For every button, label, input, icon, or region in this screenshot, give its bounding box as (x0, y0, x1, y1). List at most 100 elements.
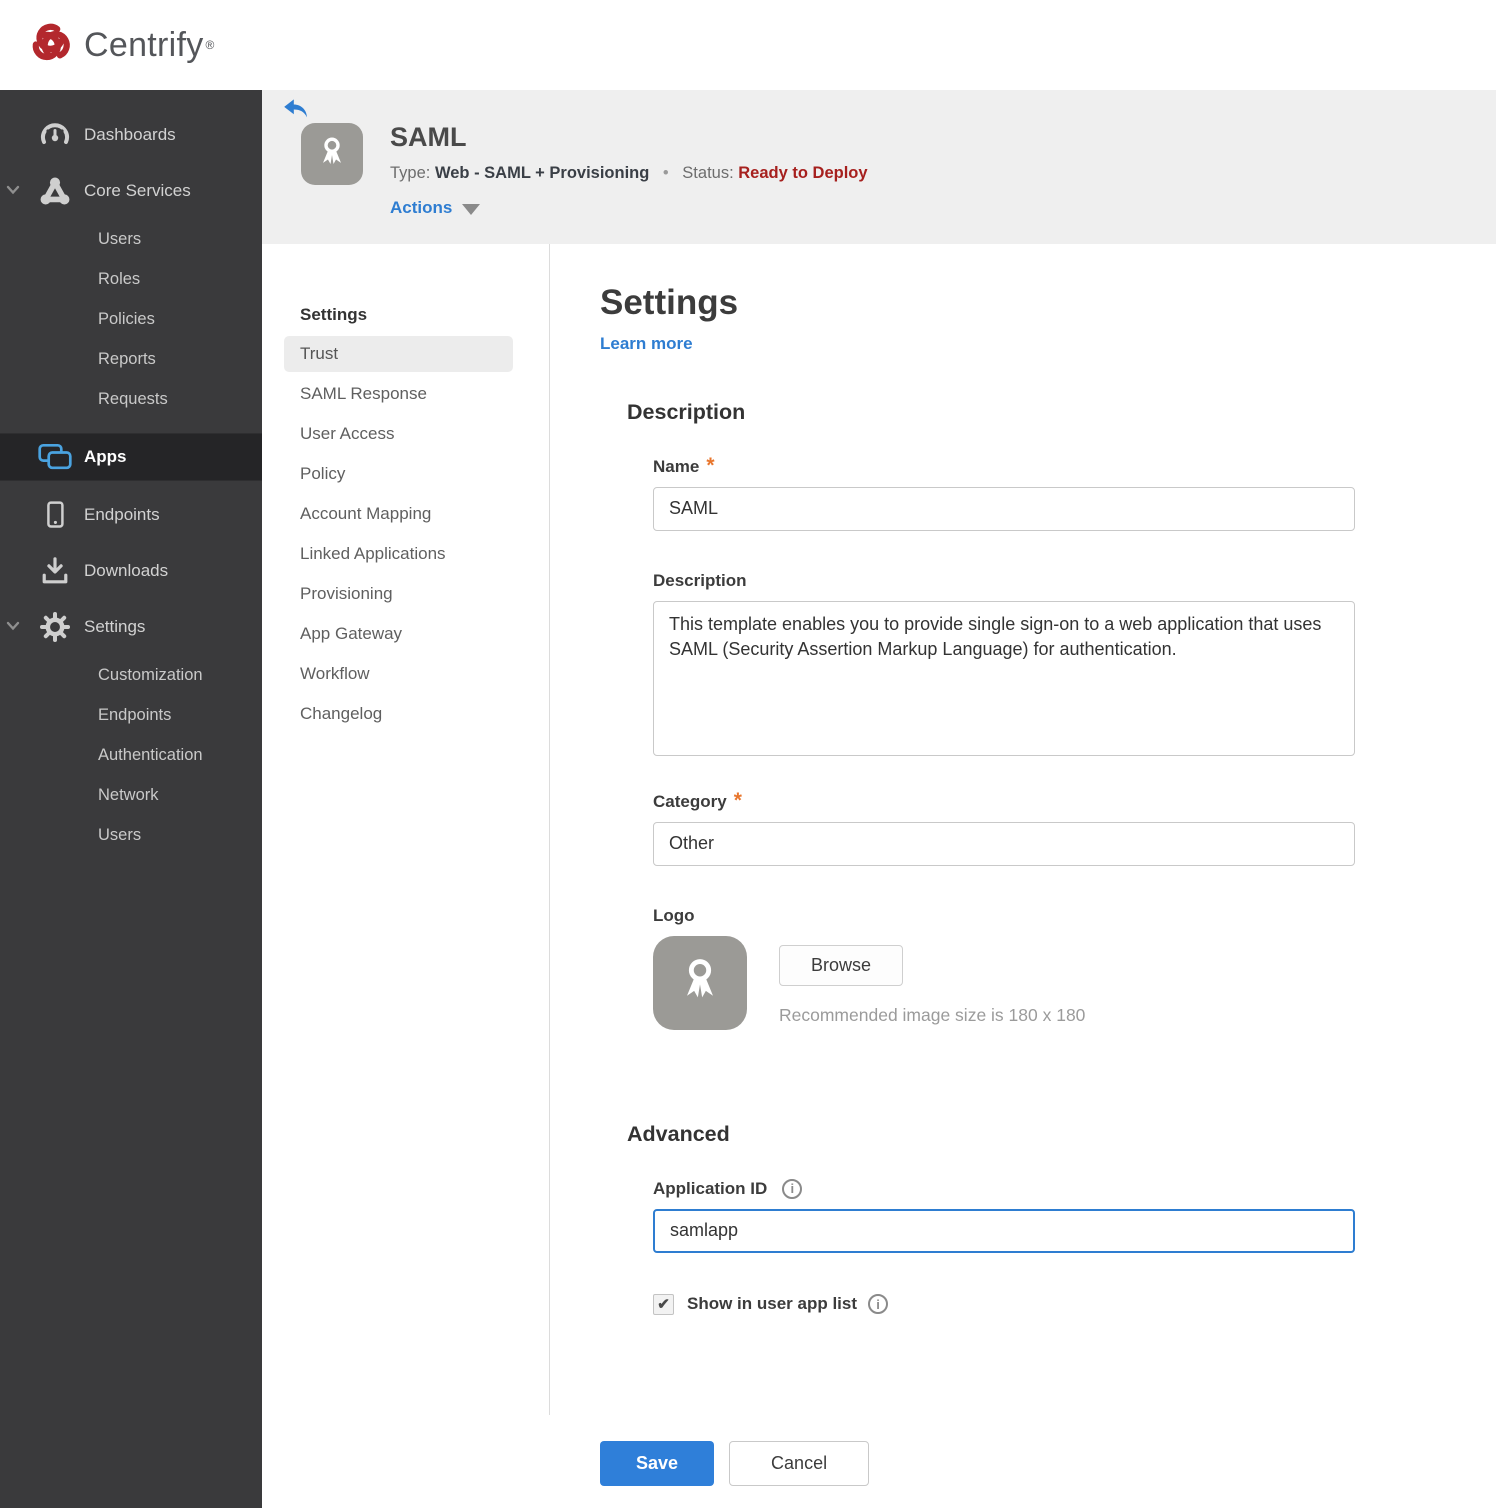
subnav-item-label: App Gateway (300, 624, 403, 643)
actions-dropdown[interactable]: Actions (390, 198, 868, 218)
subnav-item-changelog[interactable]: Changelog (284, 696, 513, 732)
sidebar-item-label: Apps (84, 447, 127, 466)
caret-down-icon (462, 203, 481, 215)
application-id-label: Application ID (653, 1178, 768, 1198)
page-title: Settings (600, 283, 739, 322)
subnav-heading: Settings (300, 305, 368, 324)
subnav-item-label: Changelog (300, 704, 383, 723)
subnav-item-label: Provisioning (300, 584, 393, 603)
app-title: SAML (390, 122, 467, 152)
required-asterisk: * (733, 789, 742, 813)
back-arrow-icon[interactable] (282, 97, 310, 126)
top-bar: Centrify ® (0, 0, 1496, 90)
type-label: Type: (390, 164, 431, 183)
status-label: Status: (682, 164, 734, 183)
sidebar-item-label: Customization (98, 665, 203, 684)
settings-subnav: Settings Trust SAML Response User Access… (262, 244, 550, 1415)
dot-separator: • (662, 164, 669, 183)
advanced-section-heading: Advanced (627, 1121, 730, 1146)
category-label: Category (653, 791, 727, 811)
chevron-down-icon[interactable] (6, 618, 20, 636)
subnav-item-provisioning[interactable]: Provisioning (284, 576, 513, 612)
subnav-item-linked-applications[interactable]: Linked Applications (284, 536, 513, 572)
subnav-item-user-access[interactable]: User Access (284, 416, 513, 452)
sidebar-item-roles[interactable]: Roles (0, 259, 262, 299)
show-in-user-app-list-label: Show in user app list (687, 1294, 858, 1313)
status-badge: Ready to Deploy (738, 164, 868, 183)
sidebar-item-core-services[interactable]: Core Services (0, 167, 262, 215)
gauge-icon (36, 121, 74, 149)
apps-icon (36, 442, 74, 472)
save-button[interactable]: Save (600, 1441, 715, 1486)
name-field[interactable] (653, 486, 1355, 531)
centrify-swirl-icon (28, 20, 74, 71)
sidebar-item-reports[interactable]: Reports (0, 339, 262, 379)
cancel-button[interactable]: Cancel (729, 1441, 870, 1486)
app-header: SAML Type: Web - SAML + Provisioning • S… (262, 90, 1496, 244)
sidebar-item-settings-endpoints[interactable]: Endpoints (0, 695, 262, 735)
checkmark-icon: ✔ (657, 1296, 670, 1313)
subnav-item-label: Trust (300, 344, 339, 363)
brand-name: Centrify (84, 25, 204, 64)
sidebar-item-network[interactable]: Network (0, 775, 262, 815)
sidebar-item-policies[interactable]: Policies (0, 299, 262, 339)
sidebar-item-label: Endpoints (84, 505, 160, 524)
sidebar-item-endpoints[interactable]: Endpoints (0, 491, 262, 539)
settings-sublist: Customization Endpoints Authentication N… (0, 651, 262, 869)
sidebar-item-settings[interactable]: Settings (0, 603, 262, 651)
sidebar-item-label: Users (98, 229, 142, 248)
subnav-item-account-mapping[interactable]: Account Mapping (284, 496, 513, 532)
logo-size-hint: Recommended image size is 180 x 180 (779, 1004, 1086, 1025)
description-field[interactable]: This template enables you to provide sin… (653, 600, 1355, 756)
chevron-down-icon[interactable] (6, 182, 20, 200)
type-value: Web - SAML + Provisioning (434, 164, 650, 183)
logo-label: Logo (653, 905, 695, 925)
app-meta-line: Type: Web - SAML + Provisioning • Status… (390, 164, 868, 183)
sidebar-item-label: Authentication (98, 745, 203, 764)
subnav-item-label: Account Mapping (300, 504, 432, 523)
subnav-item-label: SAML Response (300, 384, 427, 403)
subnav-item-policy[interactable]: Policy (284, 456, 513, 492)
subnav-item-label: Linked Applications (300, 544, 446, 563)
subnav-item-label: Policy (300, 464, 346, 483)
sidebar-item-authentication[interactable]: Authentication (0, 735, 262, 775)
sidebar-item-label: Reports (98, 349, 156, 368)
subnav-item-label: User Access (300, 424, 395, 443)
sidebar-item-dashboards[interactable]: Dashboards (0, 111, 262, 159)
sidebar-item-requests[interactable]: Requests (0, 379, 262, 419)
subnav-item-saml-response[interactable]: SAML Response (284, 376, 513, 412)
learn-more-link[interactable]: Learn more (600, 334, 693, 354)
sidebar-item-label: Dashboards (84, 125, 176, 144)
award-ribbon-icon (314, 134, 350, 175)
sidebar-item-downloads[interactable]: Downloads (0, 547, 262, 595)
app-logo-tile (301, 123, 363, 185)
molecule-icon (36, 176, 74, 206)
info-icon[interactable]: i (868, 1294, 889, 1314)
name-label: Name (653, 456, 700, 476)
mobile-device-icon (36, 499, 74, 531)
sidebar: Dashboards Core Services Users Roles Pol… (0, 90, 262, 1508)
sidebar-item-label: Core Services (84, 181, 191, 200)
sidebar-item-label: Users (98, 825, 142, 844)
application-id-field[interactable] (653, 1208, 1355, 1253)
core-services-sublist: Users Roles Policies Reports Requests (0, 215, 262, 433)
sidebar-item-label: Settings (84, 617, 146, 636)
sidebar-item-apps[interactable]: Apps (0, 433, 262, 481)
subnav-item-app-gateway[interactable]: App Gateway (284, 616, 513, 652)
subnav-item-trust[interactable]: Trust (284, 336, 513, 372)
sidebar-item-settings-users[interactable]: Users (0, 815, 262, 855)
subnav-item-workflow[interactable]: Workflow (284, 656, 513, 692)
sidebar-item-users[interactable]: Users (0, 219, 262, 259)
browse-button[interactable]: Browse (779, 944, 904, 986)
download-icon (36, 556, 74, 586)
info-icon[interactable]: i (782, 1178, 803, 1199)
centrify-logo: Centrify ® (28, 20, 214, 71)
logo-preview (653, 935, 747, 1030)
sidebar-item-customization[interactable]: Customization (0, 655, 262, 695)
award-ribbon-icon (674, 954, 726, 1011)
category-field[interactable] (653, 821, 1355, 866)
sidebar-item-label: Network (98, 785, 159, 804)
sidebar-item-label: Requests (98, 389, 168, 408)
settings-form: Settings Learn more Description Name * D… (550, 244, 1496, 1415)
show-in-user-app-list-checkbox[interactable]: ✔ (653, 1293, 674, 1315)
